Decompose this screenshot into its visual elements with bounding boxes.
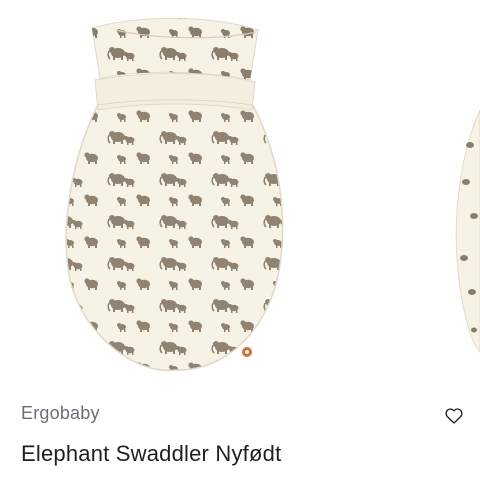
heart-outline-icon: [445, 408, 463, 424]
product-brand[interactable]: Ergobaby: [21, 403, 100, 424]
wishlist-button[interactable]: [440, 402, 468, 430]
swaddle-body: [65, 99, 284, 372]
product-card[interactable]: Ergobaby Elephant Swaddler Nyfødt: [0, 0, 480, 480]
next-product-image: [455, 109, 480, 353]
product-name[interactable]: Elephant Swaddler Nyfødt: [21, 441, 281, 467]
product-image[interactable]: [0, 0, 480, 385]
